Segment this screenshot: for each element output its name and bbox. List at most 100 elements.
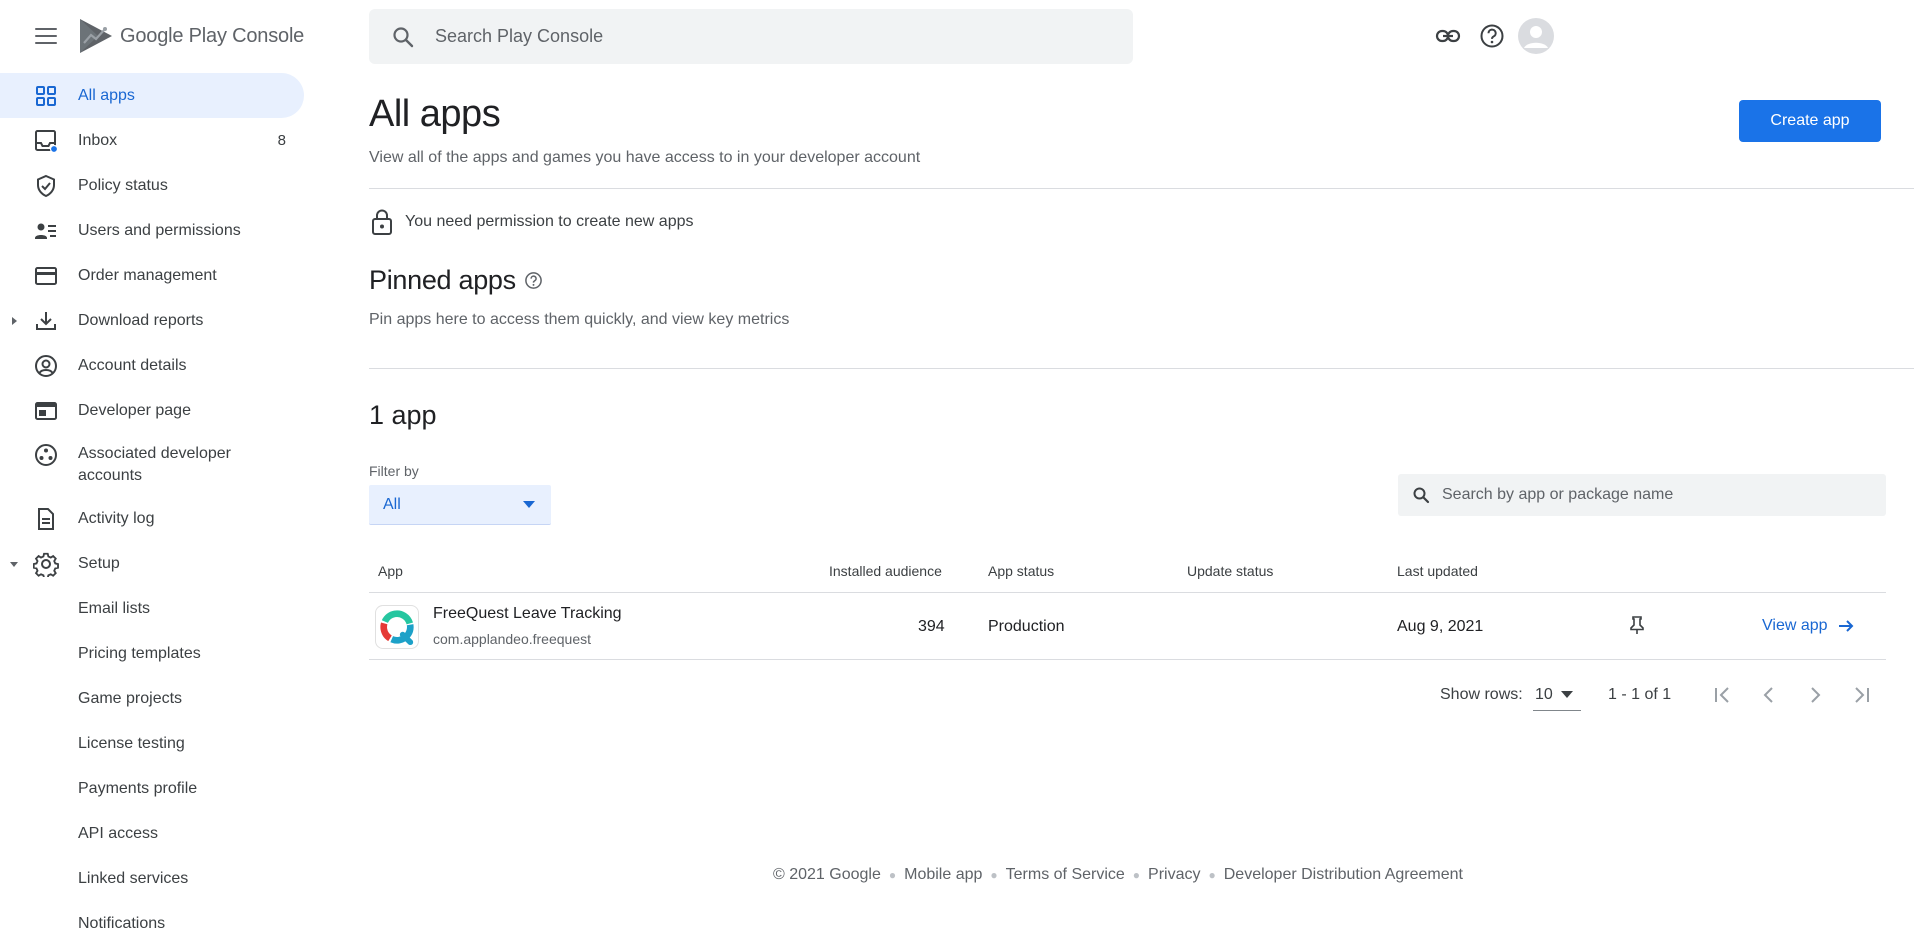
sidebar-item-label: Download reports — [78, 311, 204, 329]
play-console-logo[interactable]: Google Play Console — [78, 16, 304, 56]
app-search-input[interactable] — [1442, 486, 1862, 504]
play-console-logo-icon — [80, 19, 112, 53]
help-icon[interactable] — [524, 271, 543, 290]
sidebar-item-label: Order management — [78, 266, 217, 284]
sidebar-item-associated-developer-accounts[interactable]: Associated developer accounts — [0, 433, 304, 496]
caret-down-icon[interactable] — [9, 559, 19, 569]
sidebar-item-label: Associated developer accounts — [78, 444, 231, 484]
sidebar-item-label: Notifications — [78, 914, 166, 928]
footer-link-distribution-agreement[interactable]: Developer Distribution Agreement — [1224, 866, 1463, 884]
search-icon — [393, 26, 414, 47]
sidebar-item-label: All apps — [78, 86, 135, 104]
sidebar-item-email-lists[interactable]: Email lists — [0, 586, 304, 631]
sidebar-item-game-projects[interactable]: Game projects — [0, 676, 304, 721]
sidebar-item-label: Activity log — [78, 509, 155, 527]
footer-link-privacy[interactable]: Privacy — [1148, 866, 1200, 884]
sidebar-item-license-testing[interactable]: License testing — [0, 721, 304, 766]
sidebar-item-all-apps[interactable]: All apps — [0, 73, 304, 118]
sidebar-item-account-details[interactable]: Account details — [0, 343, 304, 388]
previous-page-button[interactable] — [1755, 681, 1783, 709]
footer: © 2021 Google ● Mobile app ● Terms of Se… — [773, 866, 1463, 884]
view-app-label: View app — [1762, 617, 1828, 634]
main-menu-button[interactable] — [30, 24, 62, 48]
app-search-bar[interactable] — [1398, 474, 1886, 516]
chevron-left-icon — [1763, 687, 1773, 703]
sidebar-item-inbox[interactable]: Inbox 8 — [0, 118, 304, 163]
filter-dropdown[interactable]: All — [369, 485, 551, 525]
table-row[interactable]: FreeQuest Leave Tracking com.applandeo.f… — [369, 592, 1886, 660]
sidebar-item-activity-log[interactable]: Activity log — [0, 496, 304, 541]
sidebar-item-pricing-templates[interactable]: Pricing templates — [0, 631, 304, 676]
rows-per-page-select[interactable]: 10 — [1533, 679, 1581, 711]
top-search-bar[interactable] — [369, 9, 1133, 64]
view-app-link[interactable]: View app — [1762, 617, 1854, 635]
rows-per-page-value: 10 — [1535, 685, 1553, 703]
sidebar-item-label: Developer page — [78, 401, 191, 419]
pin-icon[interactable] — [1627, 615, 1647, 635]
dropdown-arrow-icon — [523, 501, 535, 508]
sidebar-item-setup[interactable]: Setup — [0, 541, 304, 586]
avatar-icon — [1518, 18, 1554, 54]
next-page-button[interactable] — [1801, 681, 1829, 709]
installed-audience-value: 394 — [918, 618, 945, 635]
chevron-right-icon — [1811, 687, 1821, 703]
inbox-count-badge: 8 — [277, 132, 286, 149]
sidebar-item-payments-profile[interactable]: Payments profile — [0, 766, 304, 811]
last-page-button[interactable] — [1847, 681, 1875, 709]
sidebar-item-label: Game projects — [78, 689, 183, 707]
hamburger-icon — [35, 28, 57, 31]
pinned-apps-title: Pinned apps — [369, 265, 516, 295]
permission-notice-text: You need permission to create new apps — [405, 213, 694, 230]
create-app-button[interactable]: Create app — [1739, 100, 1881, 142]
top-search-input[interactable] — [435, 26, 1035, 47]
logo-console-text: Console — [232, 24, 305, 47]
account-circle-icon — [33, 353, 59, 379]
column-header-app-status[interactable]: App status — [988, 563, 1054, 579]
column-header-last-updated[interactable]: Last updated — [1397, 563, 1478, 579]
download-icon — [33, 308, 59, 334]
pinned-apps-heading: Pinned apps — [369, 265, 543, 296]
filter-selected-value: All — [383, 495, 401, 513]
logo-google-text: Google Play — [120, 24, 227, 47]
sidebar-item-label: Linked services — [78, 869, 189, 887]
page-title: All apps — [369, 93, 501, 135]
sidebar-item-order-management[interactable]: Order management — [0, 253, 304, 298]
column-header-update-status[interactable]: Update status — [1187, 563, 1273, 579]
page-subtitle: View all of the apps and games you have … — [369, 149, 921, 166]
shield-icon — [33, 173, 59, 199]
sidebar-item-users-and-permissions[interactable]: Users and permissions — [0, 208, 304, 253]
caret-right-icon[interactable] — [9, 316, 19, 326]
sidebar-item-label: Payments profile — [78, 779, 198, 797]
pinned-apps-subtitle: Pin apps here to access them quickly, an… — [369, 311, 790, 328]
sidebar-item-policy-status[interactable]: Policy status — [0, 163, 304, 208]
web-page-icon — [33, 398, 59, 424]
sidebar-item-label: Inbox — [78, 131, 118, 149]
footer-link-terms[interactable]: Terms of Service — [1006, 866, 1125, 884]
sidebar-item-download-reports[interactable]: Download reports — [0, 298, 304, 343]
account-avatar-button[interactable] — [1516, 16, 1556, 56]
sidebar-item-developer-page[interactable]: Developer page — [0, 388, 304, 433]
sidebar-item-label: Pricing templates — [78, 644, 201, 662]
first-page-icon — [1715, 687, 1729, 703]
pagination: Show rows: 10 1 - 1 of 1 — [369, 675, 1886, 715]
credit-card-icon — [33, 263, 59, 289]
dropdown-arrow-icon — [1560, 691, 1573, 698]
first-page-button[interactable] — [1709, 681, 1737, 709]
footer-link-mobile-app[interactable]: Mobile app — [904, 866, 982, 884]
linked-accounts-icon — [33, 442, 59, 468]
permission-notice: You need permission to create new apps — [369, 208, 693, 236]
column-header-app[interactable]: App — [378, 563, 403, 579]
column-header-installed-audience[interactable]: Installed audience — [829, 563, 942, 579]
sidebar-item-api-access[interactable]: API access — [0, 811, 304, 856]
sidebar-item-linked-services[interactable]: Linked services — [0, 856, 304, 901]
app-name[interactable]: FreeQuest Leave Tracking — [433, 605, 622, 623]
sidebar-item-label: API access — [78, 824, 159, 842]
sidebar-item-label: Policy status — [78, 176, 168, 194]
link-button[interactable] — [1428, 16, 1468, 56]
sidebar-item-notifications[interactable]: Notifications — [0, 901, 304, 928]
app-package-name: com.applandeo.freequest — [433, 631, 591, 647]
help-button[interactable] — [1472, 16, 1512, 56]
app-status-value: Production — [988, 618, 1065, 635]
sidebar-item-label: Setup — [78, 554, 120, 572]
divider — [369, 368, 1914, 369]
